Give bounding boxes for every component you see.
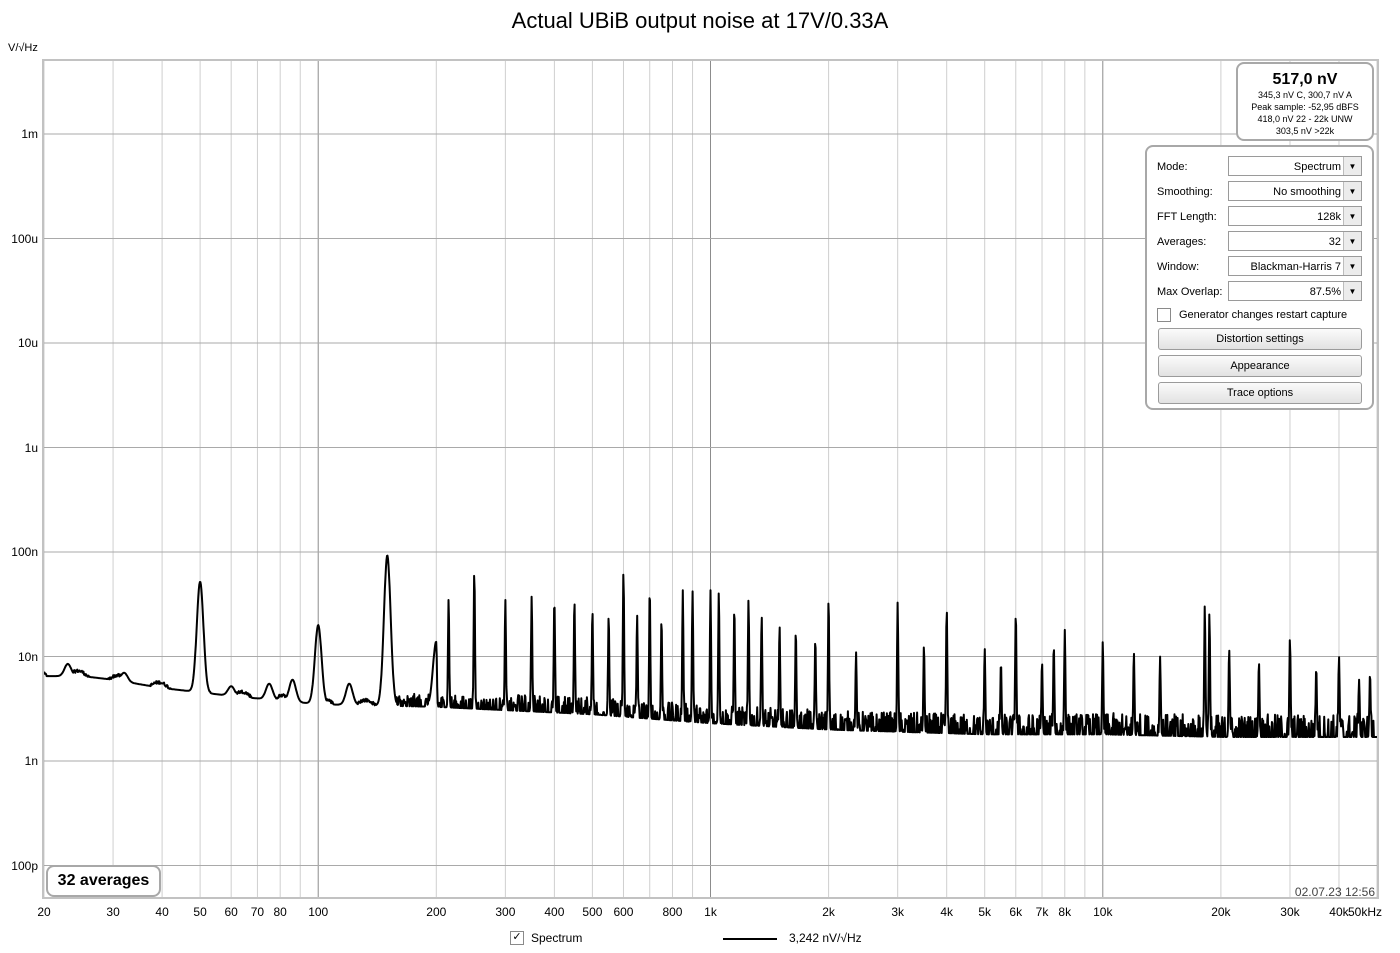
x-tick-label: 200 (426, 905, 447, 919)
x-tick-label: 400 (544, 905, 565, 919)
level-readout-main: 517,0 nV (1272, 71, 1338, 88)
timestamp: 02.07.23 12:56 (1294, 885, 1375, 899)
level-readout-line: Peak sample: -52,95 dBFS (1251, 102, 1359, 112)
x-tick-label: 100 (308, 905, 329, 919)
window-select[interactable]: Blackman-Harris 7 ▼ (1228, 256, 1362, 276)
smoothing-row: Smoothing: No smoothing ▼ (1157, 181, 1362, 203)
x-tick-label: 20 (37, 905, 51, 919)
averages-row: Averages: 32 ▼ (1157, 231, 1362, 253)
fft-length-value: 128k (1317, 211, 1341, 223)
x-tick-label: 7k (1035, 905, 1049, 919)
smoothing-label: Smoothing: (1157, 186, 1213, 198)
level-readout-line: 303,5 nV >22k (1275, 126, 1335, 136)
chevron-down-icon[interactable]: ▼ (1343, 232, 1361, 250)
legend-line-swatch (723, 938, 777, 940)
y-tick-label: 1m (21, 127, 38, 142)
y-tick-label: 10u (17, 336, 38, 351)
level-readout-line: 418,0 nV 22 - 22k UNW (1257, 114, 1353, 124)
distortion-settings-button[interactable]: Distortion settings (1158, 328, 1362, 350)
fft-length-label: FFT Length: (1157, 211, 1217, 223)
max-overlap-select[interactable]: 87.5% ▼ (1228, 281, 1362, 301)
x-tick-label: 50 (193, 905, 207, 919)
x-tick-label: 80 (273, 905, 287, 919)
x-tick-label: 20k (1211, 905, 1231, 919)
x-tick-label: 500 (582, 905, 603, 919)
smoothing-value: No smoothing (1273, 186, 1341, 198)
x-tick-label: 60 (224, 905, 238, 919)
averages-value: 32 (1328, 236, 1341, 248)
x-tick-label: 800 (662, 905, 683, 919)
y-tick-label: 10n (17, 649, 38, 664)
x-tick-label: 30k (1280, 905, 1300, 919)
controls-panel: Mode: Spectrum ▼ Smoothing: No smoothing… (1145, 145, 1374, 410)
averages-badge: 32 averages (46, 865, 161, 897)
x-tick-label: 4k (940, 905, 954, 919)
restart-capture-checkbox[interactable] (1157, 308, 1171, 322)
level-readout-panel[interactable]: 517,0 nV 345,3 nV C, 300,7 nV A Peak sam… (1236, 62, 1374, 141)
x-tick-label: 40 (155, 905, 169, 919)
restart-capture-label: Generator changes restart capture (1179, 309, 1348, 321)
window-value: Blackman-Harris 7 (1250, 261, 1341, 273)
averages-label: Averages: (1157, 236, 1207, 248)
mode-select[interactable]: Spectrum ▼ (1228, 156, 1362, 176)
y-tick-label: 100p (11, 858, 38, 873)
x-tick-label: 10k (1093, 905, 1113, 919)
x-tick-label: 3k (891, 905, 905, 919)
chevron-down-icon[interactable]: ▼ (1343, 257, 1361, 275)
averages-select[interactable]: 32 ▼ (1228, 231, 1362, 251)
window-label: Window: (1157, 261, 1200, 273)
mode-value: Spectrum (1293, 161, 1341, 173)
chevron-down-icon[interactable]: ▼ (1343, 207, 1361, 225)
x-tick-label: 5k (978, 905, 992, 919)
appearance-button[interactable]: Appearance (1158, 355, 1362, 377)
x-tick-label: 600 (613, 905, 634, 919)
spectrum-chart (43, 61, 1378, 897)
chevron-down-icon[interactable]: ▼ (1343, 157, 1361, 175)
fft-length-row: FFT Length: 128k ▼ (1157, 206, 1362, 228)
chevron-down-icon[interactable]: ▼ (1343, 182, 1361, 200)
legend-level-readout: 3,242 nV/√Hz (789, 931, 862, 945)
x-tick-label: 40k (1329, 905, 1349, 919)
trace-options-button[interactable]: Trace options (1158, 382, 1362, 404)
x-tick-label: 70 (250, 905, 265, 919)
max-overlap-row: Max Overlap: 87.5% ▼ (1157, 281, 1362, 303)
y-tick-label: 1u (24, 440, 38, 455)
y-tick-label: 100u (11, 231, 38, 246)
x-tick-label: 2k (822, 905, 835, 919)
y-tick-label: 1n (24, 754, 38, 769)
x-tick-label: 30 (106, 905, 120, 919)
chevron-down-icon[interactable]: ▼ (1343, 282, 1361, 300)
x-tick-label: 300 (495, 905, 516, 919)
legend-series-name: Spectrum (531, 931, 583, 945)
x-tick-label: 8k (1058, 905, 1072, 919)
x-tick-label: 50kHz (1347, 905, 1383, 919)
y-tick-label: 100n (11, 545, 38, 560)
mode-row: Mode: Spectrum ▼ (1157, 156, 1362, 178)
x-tick-label: 1k (704, 905, 717, 919)
max-overlap-value: 87.5% (1309, 286, 1341, 298)
mode-label: Mode: (1157, 161, 1188, 173)
level-readout-line: 345,3 nV C, 300,7 nV A (1257, 90, 1353, 100)
fft-length-select[interactable]: 128k ▼ (1228, 206, 1362, 226)
max-overlap-label: Max Overlap: (1157, 286, 1223, 298)
spectrum-checkbox[interactable]: ✓ (510, 931, 524, 945)
smoothing-select[interactable]: No smoothing ▼ (1228, 181, 1362, 201)
x-tick-label: 6k (1009, 905, 1023, 919)
window-row: Window: Blackman-Harris 7 ▼ (1157, 256, 1362, 278)
